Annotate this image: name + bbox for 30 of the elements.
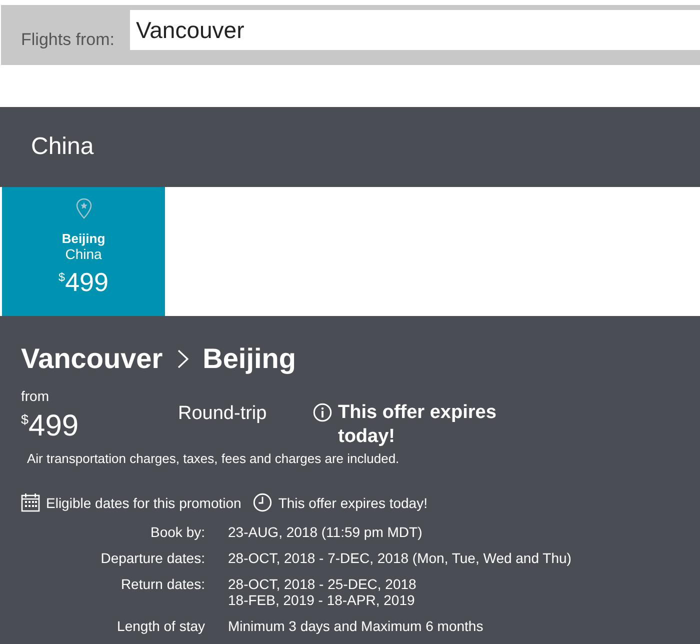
detail-label: Return dates:: [120, 576, 205, 594]
calendar-icon: [21, 493, 40, 512]
clock-icon: [253, 493, 272, 512]
detail-value: 23-AUG, 2018 (11:59 pm MDT): [228, 524, 424, 540]
tile-city: Beijing: [62, 231, 106, 246]
chevron-right-icon: [176, 349, 189, 369]
destination-city: Beijing: [202, 342, 296, 376]
expiry-notice: This offer expires today!: [338, 401, 498, 449]
detail-value: 28-OCT, 2018 - 7-DEC, 2018 (Mon, Tue, Wed and Thu): [228, 550, 572, 566]
region-title: China: [31, 133, 94, 161]
detail-value: Minimum 3 days and Maximum 6 months: [228, 618, 484, 634]
tile-price: $^{$}$499: [58, 266, 108, 297]
detail-value: 18-FEB, 2019 - 18-APR, 2019: [228, 592, 416, 608]
destination-tile[interactable]: Beijing China $^{$}$499: [2, 187, 165, 316]
map-pin-icon: [76, 198, 92, 219]
offer-price: $^{$}$499: [21, 408, 80, 442]
tile-country: China: [65, 246, 102, 262]
search-label: Flights from:: [21, 30, 116, 50]
detail-value: 28-OCT, 2018 - 25-DEC, 2018: [228, 576, 418, 592]
search-field[interactable]: Vancouver: [130, 10, 700, 50]
origin-city: Vancouver: [21, 342, 163, 376]
detail-label: Length of stay: [116, 618, 205, 634]
info-icon: [313, 403, 332, 422]
detail-label: Departure dates:: [100, 550, 205, 566]
included-note: Air transportation charges, taxes, fees and charges are included.: [27, 451, 400, 467]
eligible-dates-label: Eligible dates for this promotion: [46, 494, 242, 512]
detail-label: Book by:: [150, 524, 205, 540]
trip-type: Round-trip: [178, 402, 268, 426]
expiry-label: This offer expires today!: [278, 494, 428, 512]
from-label: from: [21, 388, 50, 404]
